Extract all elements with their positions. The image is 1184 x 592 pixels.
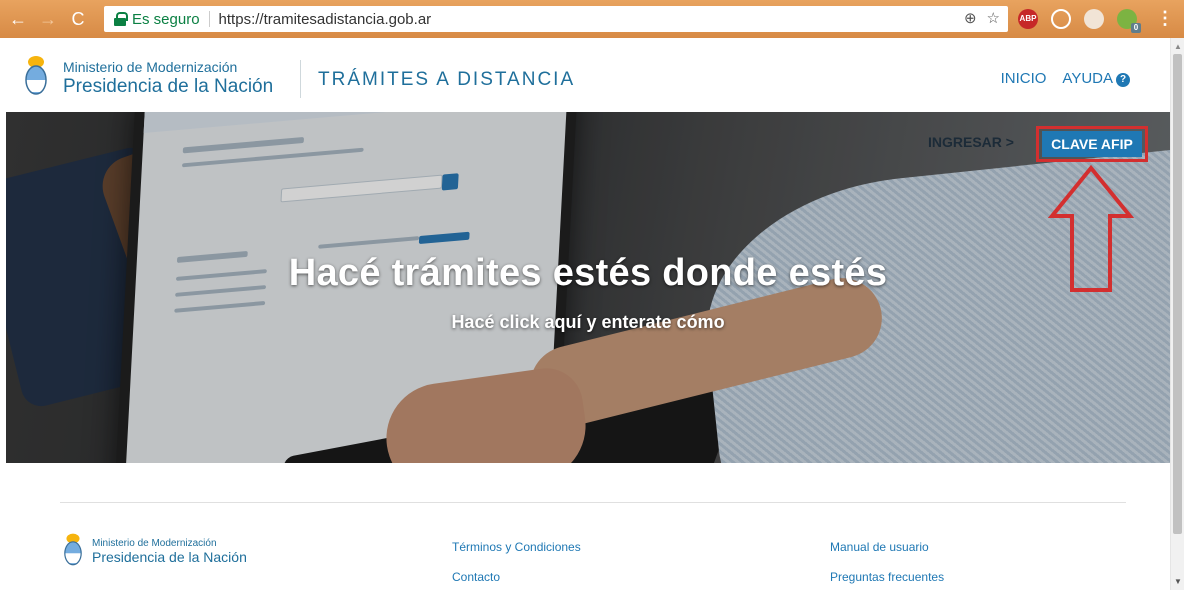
adblock-extension-icon[interactable]: ABP — [1018, 8, 1038, 29]
footer-ministry-name: Ministerio de Modernización — [92, 538, 217, 549]
scroll-thumb[interactable] — [1173, 54, 1182, 534]
ayuda-label: AYUDA — [1062, 70, 1113, 87]
extension-gray-icon[interactable] — [1084, 8, 1104, 29]
site-header: Ministerio de Modernización Presidencia … — [0, 38, 1170, 112]
faq-link[interactable]: Preguntas frecuentes — [830, 562, 944, 592]
page-scrollbar[interactable]: ▲ ▼ — [1170, 38, 1184, 590]
address-separator — [208, 11, 210, 27]
forward-icon[interactable]: → — [36, 7, 60, 31]
presidency-name: Presidencia de la Nación — [63, 76, 274, 97]
hero-banner[interactable]: Hacé trámites estés donde estés Hacé cli… — [6, 112, 1170, 463]
hero-subtitle-link[interactable]: Hacé click aquí y enterate cómo — [6, 312, 1170, 333]
header-divider — [300, 60, 301, 98]
ministry-name: Ministerio de Modernización — [63, 59, 238, 75]
red-up-arrow-icon — [1048, 164, 1134, 292]
back-icon[interactable]: ← — [6, 7, 30, 31]
address-bar[interactable]: Es seguro https://tramitesadistancia.gob… — [104, 6, 1008, 32]
site-title[interactable]: TRÁMITES A DISTANCIA — [318, 69, 575, 91]
footer-links-col2: Manual de usuario Preguntas frecuentes — [830, 532, 944, 592]
url-text[interactable]: https://tramitesadistancia.gob.ar — [219, 11, 432, 28]
scroll-down-icon[interactable]: ▼ — [1174, 577, 1182, 586]
lock-icon — [114, 12, 128, 26]
extension-badge: 0 — [1131, 22, 1141, 33]
security-label: Es seguro — [132, 10, 200, 28]
nav-inicio-link[interactable]: INICIO — [1001, 70, 1047, 87]
manual-link[interactable]: Manual de usuario — [830, 532, 944, 562]
reload-icon[interactable]: C — [66, 7, 90, 31]
footer-ministry-logo[interactable]: Ministerio de Modernización Presidencia … — [92, 538, 247, 565]
help-icon: ? — [1116, 73, 1130, 87]
footer-coat-of-arms-icon — [64, 533, 82, 566]
hero-title: Hacé trámites estés donde estés — [288, 252, 888, 294]
analytics-extension-icon[interactable]: 0 — [1117, 8, 1141, 33]
terminos-link[interactable]: Términos y Condiciones — [452, 532, 581, 562]
scroll-up-icon[interactable]: ▲ — [1174, 42, 1182, 51]
clave-afip-button[interactable]: CLAVE AFIP — [1042, 131, 1142, 157]
zoom-icon[interactable]: ⊕ — [964, 9, 977, 27]
browser-menu-icon[interactable]: ⋮ — [1156, 8, 1174, 29]
contacto-link[interactable]: Contacto — [452, 562, 581, 592]
top-nav: INICIO AYUDA? — [1001, 70, 1130, 87]
nav-ayuda-link[interactable]: AYUDA? — [1062, 70, 1130, 87]
national-coat-of-arms-icon — [25, 56, 47, 95]
footer-links-col1: Términos y Condiciones Contacto — [452, 532, 581, 592]
browser-toolbar: ← → C Es seguro https://tramitesadistanc… — [0, 0, 1184, 38]
footer-presidency-name: Presidencia de la Nación — [92, 549, 247, 565]
ministry-logo[interactable]: Ministerio de Modernización Presidencia … — [63, 59, 273, 98]
footer-divider — [60, 502, 1126, 503]
extension-circle-icon[interactable] — [1051, 8, 1071, 29]
ingresar-label: INGRESAR > — [928, 134, 1014, 150]
bookmark-star-icon[interactable]: ☆ — [987, 9, 1000, 27]
